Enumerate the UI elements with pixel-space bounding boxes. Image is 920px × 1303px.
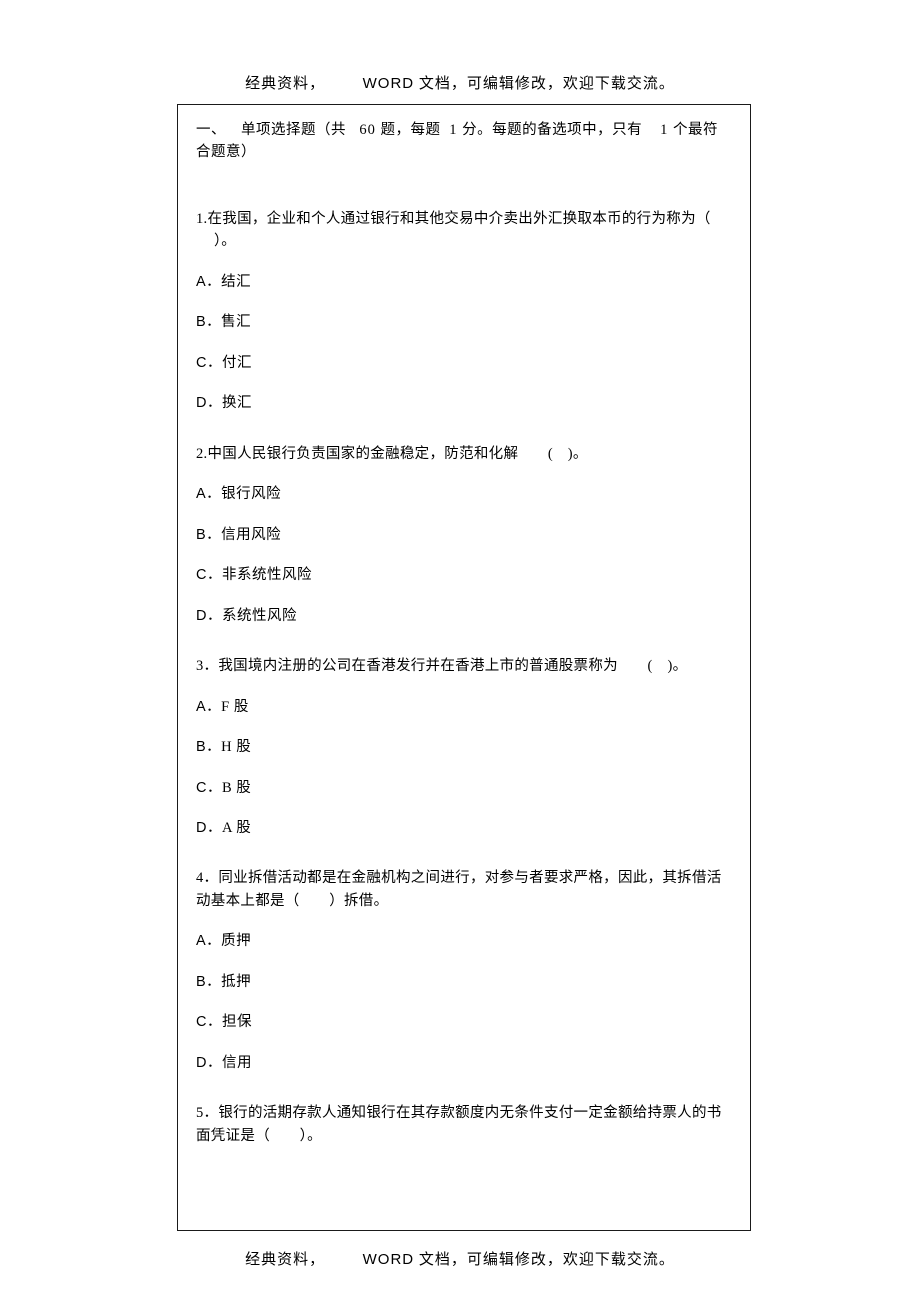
option-text: ．换汇 [207, 395, 252, 411]
question-option: A．F 股 [196, 696, 732, 718]
content-frame: 一、 单项选择题（共 60 题，每题 1 分。每题的备选项中，只有 1 个最符合… [177, 104, 751, 1231]
option-label: D [196, 820, 207, 836]
question-stem-cont: ）。 [196, 230, 732, 252]
footer-word: WORD [363, 1251, 415, 1268]
option-label: C [196, 780, 207, 796]
section-per: 1 [445, 122, 463, 138]
option-label: B [196, 739, 206, 755]
option-label: B [196, 527, 206, 543]
question-option: D．系统性风险 [196, 605, 732, 627]
option-text: ．F 股 [206, 699, 249, 715]
option-label: D [196, 1055, 207, 1071]
question-stem-cont: 动基本上都是（ ）拆借。 [196, 890, 732, 912]
section-mid1: 题，每题 [381, 122, 441, 138]
option-text: ．B 股 [207, 780, 251, 796]
question-option: C．担保 [196, 1011, 732, 1033]
question-option: B．售汇 [196, 311, 732, 333]
header-word: WORD [363, 75, 415, 92]
question-stem: 3．我国境内注册的公司在香港发行并在香港上市的普通股票称为 ( )。 [196, 655, 732, 677]
option-text: ．抵押 [206, 974, 251, 990]
question-option: A．银行风险 [196, 483, 732, 505]
header-suffix: 文档，可编辑修改，欢迎下载交流。 [419, 76, 675, 92]
question-stem-cont: 面凭证是（ ）。 [196, 1125, 732, 1147]
question-stem: 2.中国人民银行负责国家的金融稳定，防范和化解 ( )。 [196, 443, 732, 465]
option-label: A [196, 699, 206, 715]
question-option: D．A 股 [196, 817, 732, 839]
section-prefix: 一、 单项选择题（共 [196, 122, 346, 138]
option-label: B [196, 314, 206, 330]
page-header: 经典资料， WORD 文档，可编辑修改，欢迎下载交流。 [0, 72, 920, 93]
question-stem: 5．银行的活期存款人通知银行在其存款额度内无条件支付一定金额给持票人的书 [196, 1102, 732, 1124]
question-option: A．质押 [196, 930, 732, 952]
footer-prefix: 经典资料， [245, 1252, 325, 1268]
question-option: D．信用 [196, 1052, 732, 1074]
option-text: ．质押 [206, 933, 251, 949]
option-label: C [196, 355, 207, 371]
option-label: D [196, 395, 207, 411]
option-text: ．H 股 [206, 739, 251, 755]
question-option: B．抵押 [196, 971, 732, 993]
document-page: 经典资料， WORD 文档，可编辑修改，欢迎下载交流。 一、 单项选择题（共 6… [0, 0, 920, 1303]
section-mid2: 分。每题的备选项中，只有 [462, 122, 642, 138]
question-option: B．信用风险 [196, 524, 732, 546]
option-label: C [196, 567, 207, 583]
option-text: ．担保 [207, 1014, 252, 1030]
page-footer: 经典资料， WORD 文档，可编辑修改，欢迎下载交流。 [0, 1248, 920, 1269]
option-text: ．银行风险 [206, 486, 281, 502]
option-text: ．信用 [207, 1055, 252, 1071]
option-label: D [196, 608, 207, 624]
option-label: C [196, 1014, 207, 1030]
question-option: A．结汇 [196, 271, 732, 293]
option-text: ．系统性风险 [207, 608, 297, 624]
option-text: ．非系统性风险 [207, 567, 312, 583]
question-option: C．非系统性风险 [196, 564, 732, 586]
option-text: ．A 股 [207, 820, 251, 836]
option-label: A [196, 274, 206, 290]
question-option: D．换汇 [196, 392, 732, 414]
option-text: ．付汇 [207, 355, 252, 371]
section-title: 一、 单项选择题（共 60 题，每题 1 分。每题的备选项中，只有 1 个最符合… [196, 119, 732, 164]
option-text: ．结汇 [206, 274, 251, 290]
option-label: A [196, 486, 206, 502]
option-text: ．信用风险 [206, 527, 281, 543]
option-label: B [196, 974, 206, 990]
option-label: A [196, 933, 206, 949]
header-prefix: 经典资料， [245, 76, 325, 92]
question-option: C．付汇 [196, 352, 732, 374]
option-text: ．售汇 [206, 314, 251, 330]
footer-suffix: 文档，可编辑修改，欢迎下载交流。 [419, 1252, 675, 1268]
question-option: C．B 股 [196, 777, 732, 799]
section-only: 1 [646, 122, 673, 138]
question-option: B．H 股 [196, 736, 732, 758]
question-stem: 4．同业拆借活动都是在金融机构之间进行，对参与者要求严格，因此，其拆借活 [196, 867, 732, 889]
question-stem: 1.在我国，企业和个人通过银行和其他交易中介卖出外汇换取本币的行为称为（ [196, 208, 732, 230]
section-count: 60 [350, 122, 380, 138]
